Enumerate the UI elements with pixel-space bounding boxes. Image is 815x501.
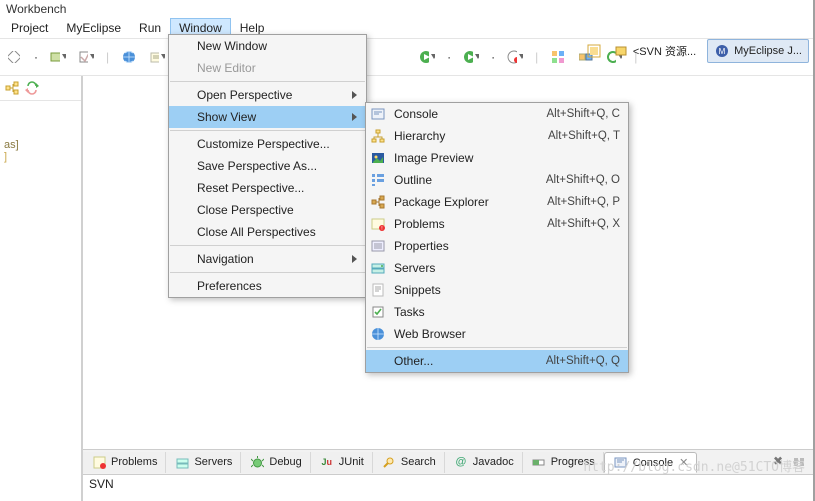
- menu-new-editor: New Editor: [169, 57, 379, 79]
- left-panel: as] ]: [0, 76, 82, 501]
- menu-save-perspective-as[interactable]: Save Perspective As...: [169, 155, 379, 177]
- perspective-svn-label: <SVN 资源...: [633, 43, 696, 59]
- open-perspective-icon[interactable]: [586, 43, 602, 59]
- workbench-window: Workbench Project MyEclipse Run Window H…: [0, 0, 815, 501]
- console-content: SVN: [83, 474, 813, 501]
- tasks-icon: [370, 304, 386, 320]
- view-other[interactable]: Other...Alt+Shift+Q, Q: [366, 350, 628, 372]
- outline-icon: [370, 172, 386, 188]
- servers-icon: [174, 454, 190, 470]
- servers-icon: [370, 260, 386, 276]
- view-package-explorer[interactable]: Package ExplorerAlt+Shift+Q, P: [366, 191, 628, 213]
- menu-close-all-perspectives[interactable]: Close All Perspectives: [169, 221, 379, 243]
- toggle-icon[interactable]: [791, 454, 807, 470]
- console-icon: [370, 106, 386, 122]
- left-panel-content: as] ]: [0, 101, 81, 171]
- close-icon[interactable]: ✕: [679, 456, 688, 469]
- menu-project[interactable]: Project: [2, 18, 57, 38]
- view-hierarchy[interactable]: HierarchyAlt+Shift+Q, T: [366, 125, 628, 147]
- perspective-myeclipse[interactable]: M MyEclipse J...: [707, 39, 809, 63]
- menu-run[interactable]: Run: [130, 18, 170, 38]
- bottom-tabs-controls: ✖: [773, 454, 807, 470]
- tab-problems[interactable]: Problems: [83, 452, 166, 473]
- javadoc-icon: @: [453, 454, 469, 470]
- myeclipse-icon: M: [714, 43, 730, 59]
- toolbar-script-icon[interactable]: [149, 49, 165, 65]
- bottom-tabs: Problems Servers Debug JuJUnit Search @J…: [83, 450, 697, 474]
- left-panel-tabs: [0, 76, 81, 101]
- menu-show-view[interactable]: Show View ConsoleAlt+Shift+Q, C Hierarch…: [169, 106, 379, 128]
- problems-icon: [91, 454, 107, 470]
- menubar: Project MyEclipse Run Window Help: [0, 18, 813, 39]
- menu-new-window[interactable]: New Window: [169, 35, 379, 57]
- debug-icon: [249, 454, 265, 470]
- view-tasks[interactable]: Tasks: [366, 301, 628, 323]
- chevron-right-icon: [352, 113, 357, 121]
- window-title: Workbench: [0, 0, 813, 18]
- tab-search[interactable]: Search: [373, 452, 445, 473]
- view-image-preview[interactable]: Image Preview: [366, 147, 628, 169]
- view-console[interactable]: ConsoleAlt+Shift+Q, C: [366, 103, 628, 125]
- window-menu-dropdown: New Window New Editor Open Perspective S…: [168, 34, 367, 298]
- package-icon: [370, 194, 386, 210]
- perspective-switcher: <SVN 资源... M MyEclipse J...: [586, 38, 809, 64]
- menu-preferences[interactable]: Preferences: [169, 275, 379, 297]
- browser-icon: [370, 326, 386, 342]
- view-outline[interactable]: OutlineAlt+Shift+Q, O: [366, 169, 628, 191]
- svg-text:!: !: [381, 226, 382, 231]
- menu-close-perspective[interactable]: Close Perspective: [169, 199, 379, 221]
- left-tree-row-1[interactable]: as]: [4, 139, 77, 151]
- hierarchy-icon: [370, 128, 386, 144]
- chevron-right-icon: [352, 255, 357, 263]
- bottom-tabs-wrap: Problems Servers Debug JuJUnit Search @J…: [83, 449, 813, 474]
- properties-icon: [370, 238, 386, 254]
- menu-open-perspective[interactable]: Open Perspective: [169, 84, 379, 106]
- svg-text:M: M: [719, 47, 726, 56]
- svn-icon: [613, 43, 629, 59]
- view-properties[interactable]: Properties: [366, 235, 628, 257]
- show-view-submenu: ConsoleAlt+Shift+Q, C HierarchyAlt+Shift…: [365, 102, 629, 373]
- tab-sync-icon[interactable]: [24, 80, 40, 96]
- toolbar-browser-icon[interactable]: [121, 49, 137, 65]
- problems-icon: !: [370, 216, 386, 232]
- toolbar-palette1-icon[interactable]: [550, 49, 566, 65]
- toolbar-server-icon[interactable]: [50, 49, 66, 65]
- tab-servers[interactable]: Servers: [166, 452, 241, 473]
- toolbar-run-red-icon[interactable]: [507, 49, 523, 65]
- console-icon: [613, 455, 629, 471]
- perspective-svn[interactable]: <SVN 资源...: [606, 39, 703, 63]
- search-icon: [381, 454, 397, 470]
- menu-reset-perspective[interactable]: Reset Perspective...: [169, 177, 379, 199]
- view-snippets[interactable]: Snippets: [366, 279, 628, 301]
- tab-progress[interactable]: Progress: [523, 452, 604, 473]
- toolbar-run-green-icon[interactable]: [419, 49, 435, 65]
- image-icon: [370, 150, 386, 166]
- tab-console[interactable]: Console✕: [604, 452, 698, 473]
- toolbar-diamond-icon[interactable]: [6, 49, 22, 65]
- view-servers[interactable]: Servers: [366, 257, 628, 279]
- toolbar-run-green2-icon[interactable]: [463, 49, 479, 65]
- junit-icon: Ju: [319, 454, 335, 470]
- snippets-icon: [370, 282, 386, 298]
- tab-hierarchy-icon[interactable]: [4, 80, 20, 96]
- toolbar-wizard-icon[interactable]: [78, 49, 94, 65]
- left-tree-row-2[interactable]: ]: [4, 151, 77, 163]
- perspective-myeclipse-label: MyEclipse J...: [734, 45, 802, 57]
- tab-javadoc[interactable]: @Javadoc: [445, 452, 523, 473]
- menu-customize-perspective[interactable]: Customize Perspective...: [169, 133, 379, 155]
- view-web-browser[interactable]: Web Browser: [366, 323, 628, 345]
- tab-junit[interactable]: JuJUnit: [311, 452, 373, 473]
- menu-myeclipse[interactable]: MyEclipse: [57, 18, 130, 38]
- progress-icon: [531, 454, 547, 470]
- close-view-icon[interactable]: ✖: [773, 454, 783, 470]
- tab-debug[interactable]: Debug: [241, 452, 310, 473]
- menu-navigation[interactable]: Navigation: [169, 248, 379, 270]
- view-problems[interactable]: !ProblemsAlt+Shift+Q, X: [366, 213, 628, 235]
- chevron-right-icon: [352, 91, 357, 99]
